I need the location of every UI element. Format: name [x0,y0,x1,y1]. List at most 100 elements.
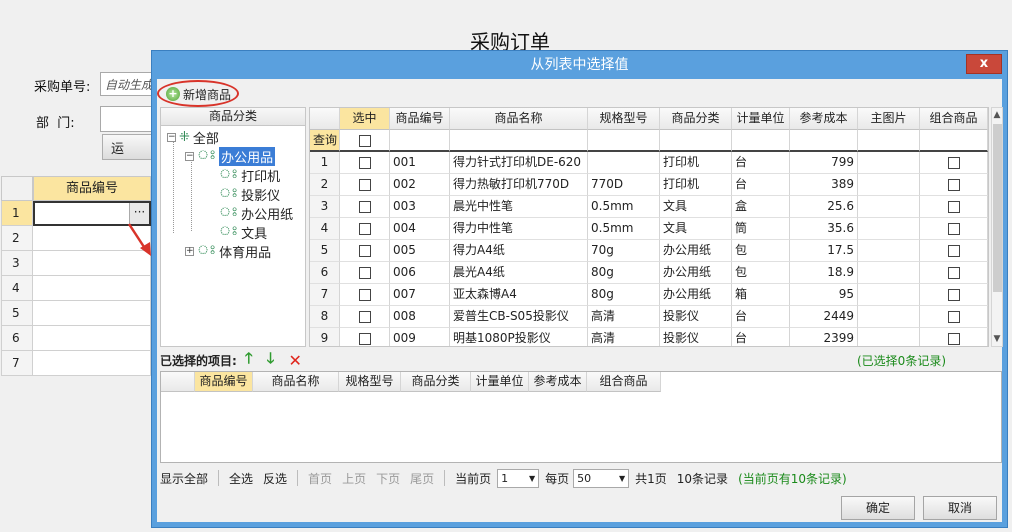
product-code-cell[interactable] [33,326,151,351]
next-page-link[interactable]: 下页 [376,470,400,487]
invert-selection-link[interactable]: 反选 [263,470,287,487]
table-row[interactable]: 3 003 晨光中性笔 0.5mm 文具盒 25.6 [310,196,988,218]
column-header[interactable]: 商品编号 [390,108,450,130]
filter-input[interactable] [450,130,588,152]
row-checkbox[interactable] [340,152,390,174]
tree-node-icon: ঃ [197,242,217,258]
row-checkbox[interactable] [340,306,390,328]
filter-input[interactable] [390,130,450,152]
order-number-field[interactable]: 自动生成 [100,72,152,96]
last-page-link[interactable]: 尾页 [410,470,434,487]
product-code-cell[interactable] [33,301,151,326]
first-page-link[interactable]: 首页 [308,470,332,487]
row-checkbox[interactable] [340,328,390,346]
row-checkbox[interactable] [340,262,390,284]
table-row[interactable]: 5 005 得力A4纸 70g 办公用纸包 17.5 [310,240,988,262]
bg-action-button[interactable]: 运 [102,134,152,160]
ok-button[interactable]: 确定 [841,496,915,520]
combo-checkbox[interactable] [920,328,988,346]
tree-node-office[interactable]: − ঃ 办公用品 [185,146,276,166]
select-all-link[interactable]: 全选 [229,470,253,487]
combo-checkbox[interactable] [920,174,988,196]
delete-icon[interactable]: ✕ [288,351,301,370]
column-header[interactable]: 组合商品 [587,372,661,392]
scroll-down-icon[interactable]: ▼ [992,332,1002,346]
combo-checkbox[interactable] [920,262,988,284]
cancel-button[interactable]: 取消 [923,496,997,520]
product-code-cell: 008 [390,306,450,328]
collapse-icon[interactable]: − [167,132,176,142]
move-down-icon[interactable]: 🡓 [267,348,275,373]
product-name-cell: 得力A4纸 [450,240,588,262]
table-row[interactable]: 7 007 亚太森博A4 80g 办公用纸箱 95 [310,284,988,306]
row-checkbox[interactable] [340,196,390,218]
unit-cell: 盒 [732,196,790,218]
filter-input[interactable] [732,130,790,152]
row-checkbox[interactable] [340,174,390,196]
tree-node-printer[interactable]: ঃ 打印机 [219,166,280,185]
scroll-thumb[interactable] [993,124,1002,292]
tree-node-projector[interactable]: ঃ 投影仪 [219,185,280,204]
column-header[interactable]: 计量单位 [732,108,790,130]
add-product-button[interactable]: + 新增商品 [162,83,237,105]
collapse-icon[interactable]: − [185,151,194,161]
image-cell [858,306,920,328]
move-up-icon[interactable]: 🡑 [245,348,253,373]
table-row[interactable]: 1 001 得力针式打印机DE-620 打印机台 799 [310,152,988,174]
filter-input[interactable] [660,130,732,152]
row-checkbox[interactable] [340,284,390,306]
filter-input[interactable] [790,130,858,152]
column-header[interactable]: 主图片 [858,108,920,130]
per-page-select[interactable]: 50 ▼ [573,468,630,488]
column-header[interactable]: 规格型号 [339,372,401,392]
product-code-cell: 009 [390,328,450,346]
column-header[interactable]: 计量单位 [471,372,529,392]
row-checkbox[interactable] [340,240,390,262]
tree-node-sports[interactable]: + ঃ 体育用品 [185,242,271,261]
filter-input[interactable] [920,130,988,152]
combo-checkbox[interactable] [920,218,988,240]
prev-page-link[interactable]: 上页 [342,470,366,487]
product-code-cell[interactable] [33,351,151,376]
tree-node-all[interactable]: − ⁜ 全部 [167,128,219,147]
table-row[interactable]: 2 002 得力热敏打印机770D 770D 打印机台 389 [310,174,988,196]
column-header-product-code[interactable]: 商品编号 [33,176,151,201]
column-header[interactable]: 商品名称 [450,108,588,130]
table-row[interactable]: 8 008 爱普生CB-S05投影仪 高清 投影仪台 2449 [310,306,988,328]
tree-node-stationery[interactable]: ঃ 文具 [219,223,267,242]
close-button[interactable]: x [966,54,1002,74]
table-row[interactable]: 9 009 明基1080P投影仪 高清 投影仪台 2399 [310,328,988,346]
column-header[interactable]: 规格型号 [588,108,660,130]
select-all-checkbox[interactable] [340,130,390,152]
vertical-scrollbar[interactable]: ▲ ▼ [991,107,1003,347]
table-row[interactable]: 6 006 晨光A4纸 80g 办公用纸包 18.9 [310,262,988,284]
spec-cell: 80g [588,262,660,284]
tree-node-icon: ঃ [219,223,239,239]
filter-input[interactable] [588,130,660,152]
column-header[interactable]: 参考成本 [790,108,858,130]
combo-checkbox[interactable] [920,306,988,328]
column-header[interactable]: 参考成本 [529,372,587,392]
column-header[interactable]: 商品编号 [195,372,253,392]
show-all-link[interactable]: 显示全部 [160,470,208,487]
row-checkbox[interactable] [340,218,390,240]
scroll-up-icon[interactable]: ▲ [992,108,1002,122]
expand-icon[interactable]: + [185,246,194,256]
table-row[interactable]: 4 004 得力中性笔 0.5mm 文具筒 35.6 [310,218,988,240]
combo-checkbox[interactable] [920,152,988,174]
combo-checkbox[interactable] [920,284,988,306]
dept-field[interactable] [100,106,152,132]
tree-node-icon: ⁜ [179,129,190,145]
product-code-cell[interactable] [33,276,151,301]
column-header[interactable]: 选中 [340,108,390,130]
column-header[interactable]: 商品名称 [253,372,339,392]
combo-checkbox[interactable] [920,240,988,262]
tree-node-paper[interactable]: ঃ 办公用纸 [219,204,293,223]
column-header[interactable]: 商品分类 [660,108,732,130]
combo-checkbox[interactable] [920,196,988,218]
column-header[interactable]: 商品分类 [401,372,471,392]
filter-input[interactable] [858,130,920,152]
current-page-select[interactable]: 1 ▼ [497,468,540,488]
column-header[interactable]: 组合商品 [920,108,988,130]
ellipsis-button[interactable]: ··· [129,203,149,224]
